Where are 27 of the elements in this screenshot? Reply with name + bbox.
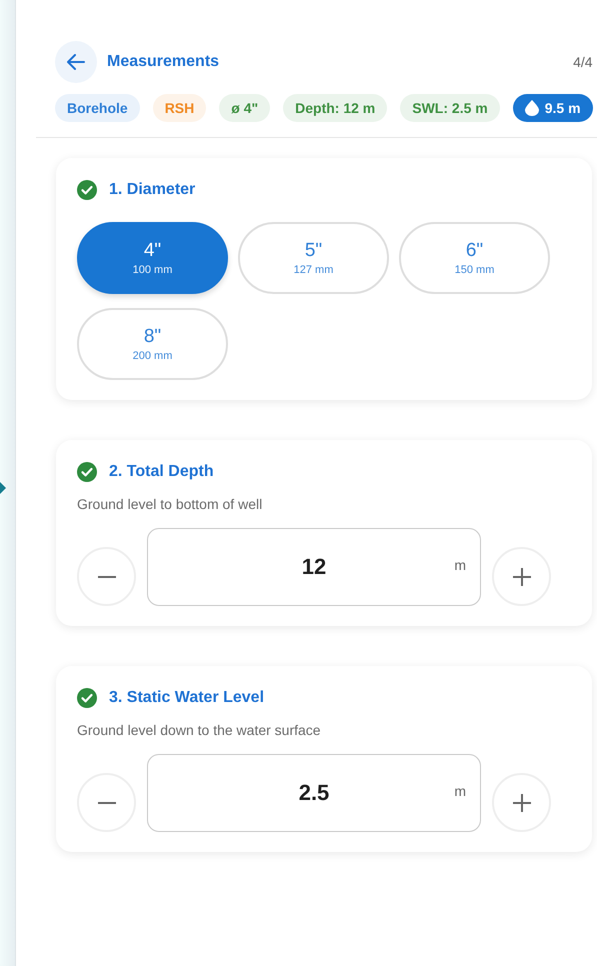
diameter-option[interactable]: 5" 127 mm [238, 222, 389, 294]
plus-icon [512, 568, 530, 586]
section-title: 2. Total Depth [109, 463, 214, 481]
status-chip: Borehole [55, 94, 140, 122]
status-chip: ø 4" [219, 94, 270, 122]
diameter-option[interactable]: 6" 150 mm [399, 222, 550, 294]
plus-icon [512, 794, 530, 812]
section-description: Ground level to bottom of well [77, 496, 264, 512]
value-field[interactable]: 12 m [147, 528, 481, 606]
arrow-icon [0, 482, 6, 494]
back-arrow-icon [67, 54, 85, 70]
back-button[interactable] [55, 41, 97, 83]
section-description: Ground level down to the water surface [77, 722, 322, 738]
minus-icon [98, 576, 116, 578]
water-level-chip: 9.5 m [512, 94, 593, 122]
value-field[interactable]: 2.5 m [147, 754, 481, 832]
status-chip: SWL: 2.5 m [400, 94, 500, 122]
diameter-option[interactable]: 8" 200 mm [77, 308, 228, 380]
status-chip: RSH [152, 94, 206, 122]
page-title: Measurements [107, 53, 220, 71]
diameter-option[interactable]: 4" 100 mm [77, 222, 228, 294]
step-counter: 4/4 [573, 54, 593, 70]
section-title: 1. Diameter [109, 181, 196, 199]
minus-icon [98, 802, 116, 804]
section-title: 3. Static Water Level [109, 689, 264, 707]
status-chip: Depth: 12 m [283, 94, 388, 122]
water-drop-icon [524, 100, 539, 116]
